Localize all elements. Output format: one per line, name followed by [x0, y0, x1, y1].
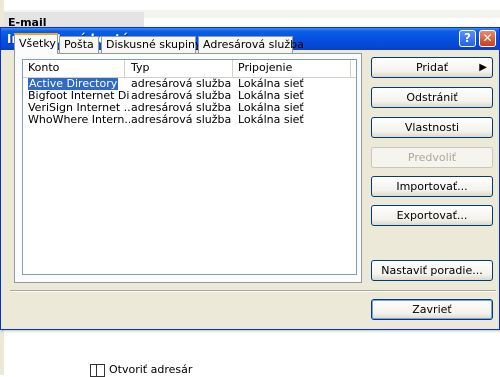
account-type: adresárová služba [131, 90, 232, 102]
account-type: adresárová služba [131, 114, 232, 126]
column-header-connection[interactable]: Pripojenie [233, 60, 351, 77]
accounts-list[interactable]: Konto Typ Pripojenie Active Directory ad… [22, 59, 357, 275]
column-header-type[interactable]: Typ [126, 60, 233, 77]
properties-button[interactable]: Vlastnosti [371, 117, 493, 138]
account-name: Active Directory [23, 78, 130, 90]
set-order-button[interactable]: Nastaviť poradie... [371, 260, 493, 281]
account-connection: Lokálna sieť [238, 78, 304, 90]
list-header: Konto Typ Pripojenie [23, 60, 356, 78]
import-button[interactable]: Importovať... [371, 176, 493, 197]
list-item[interactable]: WhoWhere Intern... adresárová služba Lok… [23, 114, 356, 126]
account-type: adresárová služba [131, 78, 232, 90]
close-icon[interactable]: ✕ [479, 30, 496, 47]
tab-mail[interactable]: Pošta [59, 36, 99, 53]
tab-mail-label: Pošta [64, 38, 94, 51]
tab-directory-service-label: Adresárová služba [203, 38, 304, 51]
open-address-book-label: Otvoriť adresár [109, 363, 193, 376]
properties-button-label: Vlastnosti [404, 121, 460, 134]
account-name: VeriSign Internet ... [28, 102, 130, 114]
list-item[interactable]: Bigfoot Internet Dir... adresárová služb… [23, 90, 356, 102]
export-button[interactable]: Exportovať... [371, 205, 493, 226]
account-connection: Lokálna sieť [238, 114, 304, 126]
import-button-label: Importovať... [396, 180, 468, 193]
account-name: WhoWhere Intern... [28, 114, 130, 126]
help-icon[interactable]: ? [459, 30, 476, 47]
close-button-label: Zavrieť [412, 303, 452, 316]
tab-all-label: Všetky [19, 37, 56, 50]
export-button-label: Exportovať... [396, 209, 468, 222]
remove-button-label: Odstrániť [406, 91, 458, 104]
close-button[interactable]: Zavrieť [371, 299, 493, 320]
tab-newsgroups[interactable]: Diskusné skupiny [101, 36, 201, 53]
add-button-label: Pridať [415, 61, 449, 74]
set-order-button-label: Nastaviť poradie... [381, 264, 483, 277]
divider [10, 290, 496, 292]
set-default-button-label: Predvoliť [407, 151, 457, 164]
column-header-account[interactable]: Konto [23, 60, 125, 77]
add-button[interactable]: Pridať ▶ [371, 57, 493, 78]
remove-button[interactable]: Odstrániť [371, 87, 493, 108]
account-connection: Lokálna sieť [238, 90, 304, 102]
set-default-button[interactable]: Predvoliť [371, 147, 493, 168]
list-item[interactable]: VeriSign Internet ... adresárová služba … [23, 102, 356, 114]
submenu-arrow-icon: ▶ [479, 62, 487, 73]
account-type: adresárová služba [131, 102, 232, 114]
account-connection: Lokálna sieť [238, 102, 304, 114]
account-name-text: Active Directory [26, 78, 120, 90]
tab-all[interactable]: Všetky [14, 33, 58, 54]
tab-directory-service[interactable]: Adresárová služba [198, 36, 304, 53]
account-name: Bigfoot Internet Dir... [28, 90, 130, 102]
tab-newsgroups-label: Diskusné skupiny [106, 38, 202, 51]
list-item[interactable]: Active Directory adresárová služba Lokál… [23, 78, 356, 90]
